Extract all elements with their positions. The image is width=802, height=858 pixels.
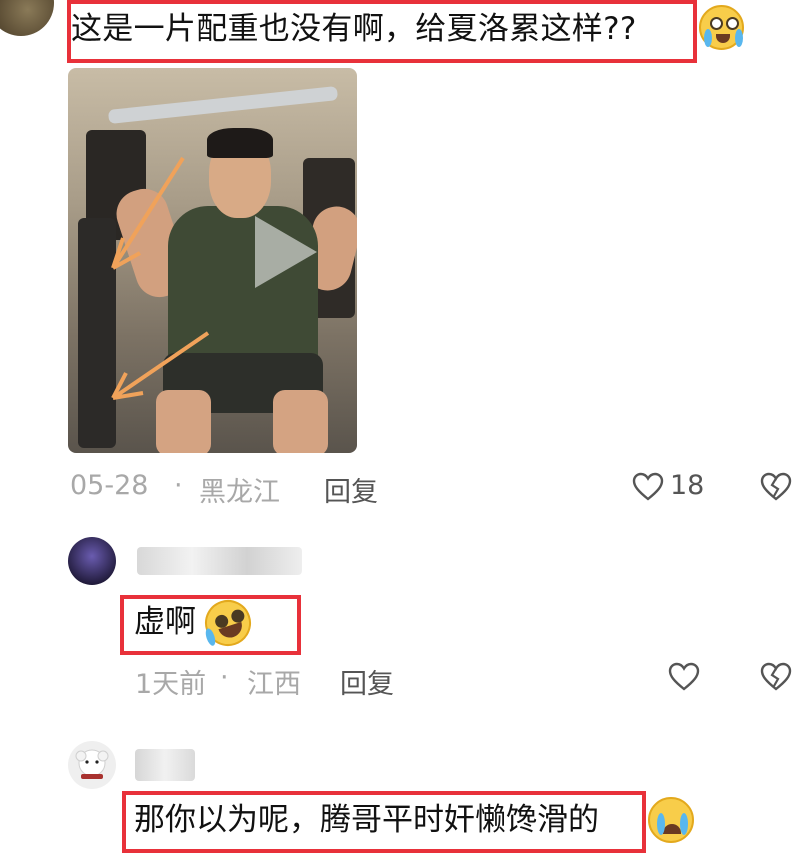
crying-emoji-icon xyxy=(699,5,744,50)
comment-time: 1天前 xyxy=(135,669,207,700)
play-icon[interactable] xyxy=(255,216,317,288)
dog-avatar-icon xyxy=(75,749,109,779)
heart-icon[interactable] xyxy=(632,472,664,502)
username-blurred[interactable] xyxy=(137,547,302,575)
reply-button[interactable]: 回复 xyxy=(324,470,378,509)
like-count: 18 xyxy=(670,470,705,501)
broken-heart-icon[interactable] xyxy=(760,662,792,692)
comment-text: 那你以为呢，腾哥平时奸懒馋滑的 xyxy=(134,802,599,838)
broken-heart-icon[interactable] xyxy=(760,472,792,502)
video-thumbnail[interactable] xyxy=(68,68,357,453)
sad-emoji-icon xyxy=(648,797,694,843)
separator: · xyxy=(220,662,229,693)
avatar[interactable] xyxy=(68,537,116,585)
avatar[interactable] xyxy=(68,741,116,789)
separator: · xyxy=(174,470,183,501)
comment-date: 05-28 xyxy=(70,470,149,501)
comment-location: 黑龙江 xyxy=(199,477,280,508)
comment-text: 虚啊 xyxy=(134,604,196,640)
username-blurred[interactable] xyxy=(135,749,195,781)
comment-text: 这是一片配重也没有啊，给夏洛累这样?? xyxy=(71,11,637,47)
avatar[interactable] xyxy=(0,0,54,36)
reply-button[interactable]: 回复 xyxy=(340,662,394,701)
comment-location: 江西 xyxy=(247,669,301,700)
heart-icon[interactable] xyxy=(668,662,700,692)
